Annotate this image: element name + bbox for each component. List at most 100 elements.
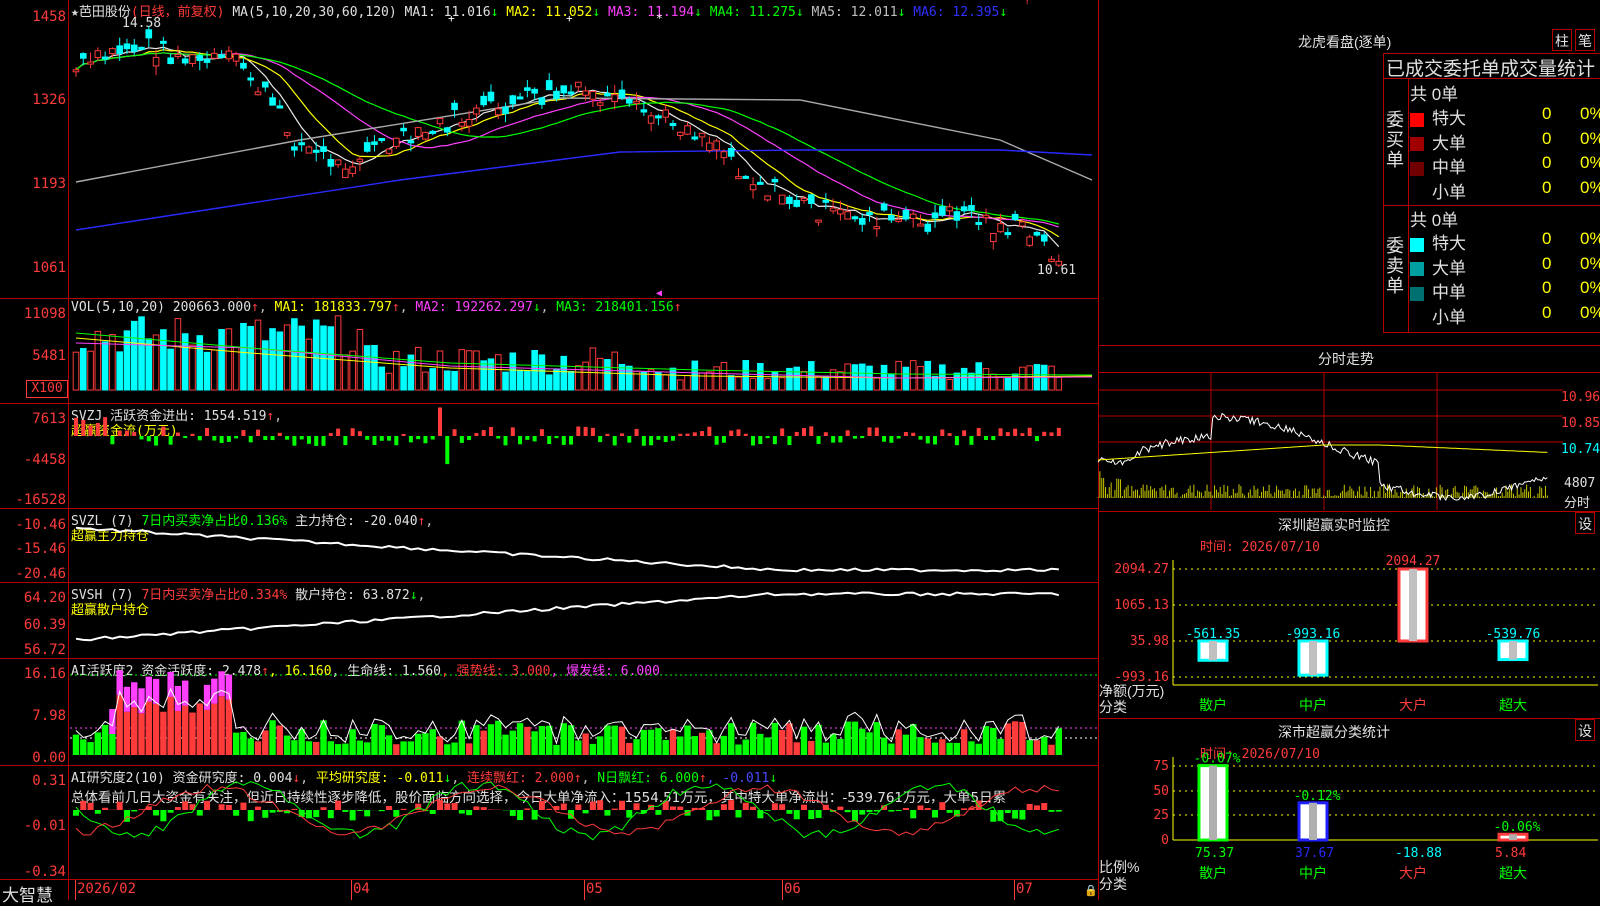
flow-bar <box>678 434 682 436</box>
flow-bar <box>656 436 660 440</box>
flow-bar <box>627 436 631 443</box>
activity-bar <box>298 729 304 755</box>
flow-bar <box>831 436 835 443</box>
candle <box>233 54 239 61</box>
flow-bar <box>241 430 245 436</box>
activity-bar <box>408 741 414 755</box>
activity-bar <box>131 707 137 755</box>
research-bar <box>670 806 676 810</box>
candlestick-chart[interactable]: ?++*◀ <box>0 0 1098 298</box>
research-bar <box>386 806 392 810</box>
flow-bar <box>635 429 639 436</box>
classify-y-label: 0 <box>1161 833 1169 848</box>
holding-line <box>76 528 1059 572</box>
classify-chart[interactable]: 7550250-0.07%75.37散户-0.12%37.67中户-18.88大… <box>1098 737 1600 900</box>
ai-activity-chart[interactable] <box>0 658 1098 765</box>
activity-bar <box>575 740 581 755</box>
candle <box>437 118 443 123</box>
candle <box>816 220 822 222</box>
candle <box>226 51 232 59</box>
flow-bar <box>504 436 508 445</box>
ai-research-chart[interactable] <box>0 765 1098 879</box>
flow-bar <box>474 433 478 436</box>
intraday-y-label: 10.96 <box>1561 390 1600 405</box>
research-bar <box>219 804 225 810</box>
flow-bar <box>518 436 522 444</box>
candle <box>794 200 800 206</box>
candle <box>779 195 785 204</box>
volume-bar <box>1049 366 1055 390</box>
research-bar <box>801 805 807 810</box>
activity-bar <box>1019 722 1025 755</box>
intraday-chart[interactable] <box>1098 372 1563 510</box>
activity-bar <box>888 744 894 755</box>
candle <box>969 206 975 211</box>
activity-bar <box>400 741 406 755</box>
candle <box>532 89 538 93</box>
volume-bar <box>277 332 283 390</box>
tick-mode-button[interactable]: 笔 <box>1575 29 1595 51</box>
color-swatch <box>1410 137 1424 151</box>
volume-chart[interactable] <box>0 298 1098 403</box>
flow-bar <box>911 433 915 436</box>
activity-bar <box>713 743 719 755</box>
activity-bar <box>881 738 887 755</box>
research-bar <box>590 802 596 810</box>
activity-bar <box>954 743 960 755</box>
volume-bar <box>889 374 895 390</box>
lock-icon[interactable]: 🔒 <box>1084 884 1098 897</box>
flow-bar <box>453 429 457 436</box>
volume-bar <box>954 373 960 390</box>
candle <box>408 141 414 143</box>
bar-mode-button[interactable]: 柱 <box>1552 29 1572 51</box>
research-bar <box>604 810 610 816</box>
activity-bar <box>255 741 261 755</box>
research-bar <box>430 810 436 814</box>
monitor-chart[interactable]: 2094.271065.1335.98-993.16-561.35散户-993.… <box>1098 530 1600 715</box>
research-bar <box>510 810 516 816</box>
volume-bar <box>838 372 844 390</box>
research-bar <box>313 810 319 817</box>
activity-bar <box>633 739 639 755</box>
svsh-chart[interactable] <box>0 582 1098 658</box>
activity-bar <box>925 738 931 755</box>
candle <box>262 82 268 87</box>
research-bar <box>175 807 181 810</box>
activity-bar <box>488 724 494 755</box>
candle <box>343 169 349 177</box>
activity-bar <box>473 725 479 755</box>
research-bar <box>197 810 203 816</box>
flow-bar <box>147 436 151 441</box>
flow-bar <box>96 423 100 436</box>
svzl-chart[interactable] <box>0 508 1098 582</box>
candle <box>859 218 865 224</box>
flow-bar <box>300 436 304 439</box>
candle <box>364 143 370 152</box>
flow-bar <box>940 430 944 436</box>
flow-bar <box>751 436 755 445</box>
flow-bar <box>547 436 551 444</box>
activity-bar <box>218 696 224 755</box>
volume-bar <box>1005 377 1011 390</box>
flow-bar <box>715 436 719 445</box>
volume-bar <box>736 377 742 390</box>
flow-bar <box>161 427 165 436</box>
flow-bar <box>838 436 842 442</box>
flow-bar <box>525 436 529 440</box>
candle <box>182 59 188 63</box>
order-size-name: 小单 <box>1432 183 1466 202</box>
svzj-chart[interactable] <box>0 403 1098 508</box>
research-bar <box>932 810 938 817</box>
research-bar <box>910 810 916 818</box>
flow-bar <box>991 436 995 440</box>
activity-bar <box>874 722 880 755</box>
flow-bar <box>591 428 595 436</box>
volume-bar <box>961 368 967 390</box>
volume-bar <box>474 351 480 390</box>
candle <box>124 44 130 49</box>
research-bar <box>1012 810 1018 819</box>
activity-top-bar <box>211 679 217 704</box>
research-bar <box>437 800 443 810</box>
candle <box>212 53 218 58</box>
research-bar <box>888 810 894 812</box>
